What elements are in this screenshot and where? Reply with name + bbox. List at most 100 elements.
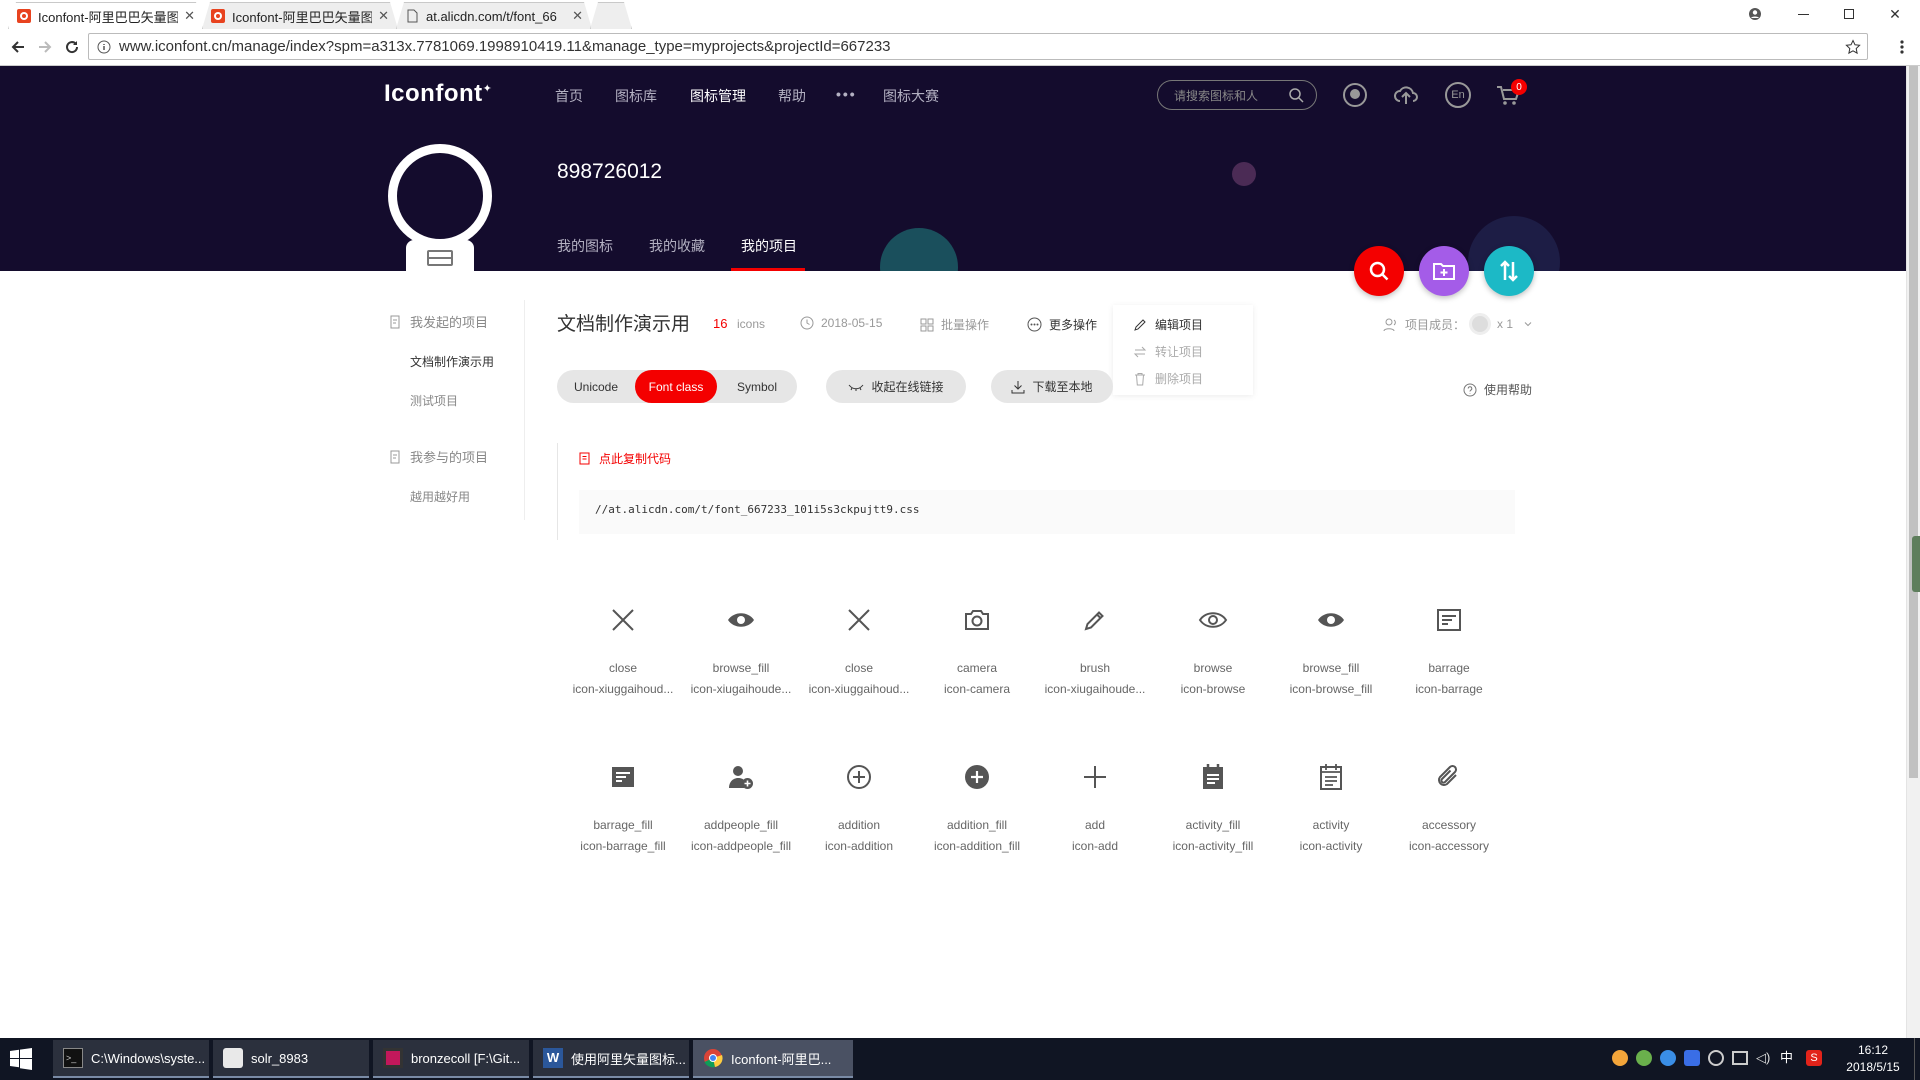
- taskbar-item-word[interactable]: W 使用阿里矢量图标...: [533, 1040, 689, 1078]
- url-field[interactable]: www.iconfont.cn/manage/index?spm=a313x.7…: [88, 33, 1868, 60]
- sidebar-item-project[interactable]: 文档制作演示用: [410, 353, 494, 370]
- nav-contest[interactable]: 图标大赛: [883, 86, 939, 106]
- icon-card[interactable]: activity_fill icon-activity_fill: [1154, 762, 1272, 853]
- github-icon[interactable]: [1342, 82, 1368, 108]
- shield-icon[interactable]: [1684, 1050, 1700, 1066]
- browser-tab[interactable]: Iconfont-阿里巴巴矢量图 ✕: [202, 2, 398, 29]
- side-widget-handle[interactable]: [1912, 536, 1920, 592]
- menu-delete-project[interactable]: 删除项目: [1133, 370, 1203, 387]
- icon-card[interactable]: close icon-xiuggaihoud...: [564, 605, 682, 696]
- icon-card[interactable]: barrage icon-barrage: [1390, 605, 1508, 696]
- menu-transfer-project[interactable]: 转让项目: [1133, 343, 1203, 360]
- member-avatar[interactable]: [1469, 313, 1492, 335]
- icon-card[interactable]: brush icon-xiugaihoude...: [1036, 605, 1154, 696]
- clock-time: 16:12: [1857, 1043, 1889, 1057]
- browse-icon: [1198, 612, 1228, 628]
- nav-help[interactable]: 帮助: [778, 86, 806, 106]
- tray-app-icon[interactable]: [1660, 1050, 1676, 1066]
- avatar[interactable]: [388, 144, 492, 248]
- browser-tab[interactable]: Iconfont-阿里巴巴矢量图 ✕: [8, 2, 204, 29]
- fab-new-project-button[interactable]: [1419, 246, 1469, 296]
- new-tab-button[interactable]: [590, 2, 632, 29]
- nav-home[interactable]: 首页: [555, 86, 583, 106]
- fab-sort-button[interactable]: [1484, 246, 1534, 296]
- menu-edit-project[interactable]: 编辑项目: [1133, 316, 1203, 333]
- start-button[interactable]: [10, 1048, 32, 1070]
- wechat-icon[interactable]: [1636, 1050, 1652, 1066]
- css-url-code[interactable]: //at.alicdn.com/t/font_667233_101i5s3ckp…: [579, 490, 1515, 534]
- icon-card[interactable]: addition_fill icon-addition_fill: [918, 762, 1036, 853]
- collapse-online-link-button[interactable]: 收起在线链接: [826, 370, 966, 403]
- language-icon[interactable]: En: [1445, 82, 1471, 108]
- tab-close-icon[interactable]: ✕: [572, 8, 583, 24]
- addpeople-fill-icon: [729, 766, 753, 789]
- accessory-icon: [1438, 764, 1458, 786]
- network-icon[interactable]: [1732, 1051, 1748, 1065]
- ime-indicator[interactable]: 中: [1780, 1050, 1798, 1066]
- nav-more[interactable]: •••: [836, 86, 857, 102]
- scrollbar-thumb[interactable]: [1909, 66, 1918, 778]
- icon-card[interactable]: close icon-xiuggaihoud...: [800, 605, 918, 696]
- sidebar-item-project[interactable]: 越用越好用: [410, 488, 470, 505]
- tab-close-icon[interactable]: ✕: [184, 8, 195, 24]
- icon-card[interactable]: accessory icon-accessory: [1390, 762, 1508, 853]
- upload-cloud-icon[interactable]: [1393, 82, 1419, 108]
- profile-icon[interactable]: [1732, 0, 1778, 28]
- sidebar-started-header: 我发起的项目: [388, 312, 488, 331]
- reload-icon[interactable]: [60, 35, 84, 59]
- batch-operation-button[interactable]: 批量操作: [920, 316, 989, 333]
- icon-card[interactable]: addition icon-addition: [800, 762, 918, 853]
- restore-icon[interactable]: [1826, 0, 1872, 28]
- sidebar-item-project[interactable]: 测试项目: [410, 392, 458, 409]
- icon-card[interactable]: browse_fill icon-browse_fill: [1272, 605, 1390, 696]
- search-icon[interactable]: [1288, 87, 1304, 103]
- tray-app-icon[interactable]: [1708, 1050, 1724, 1066]
- browser-menu-icon[interactable]: [1890, 35, 1914, 59]
- page-info-icon[interactable]: [97, 40, 111, 54]
- download-local-button[interactable]: 下载至本地: [991, 370, 1113, 403]
- tab-close-icon[interactable]: ✕: [378, 8, 389, 24]
- taskbar-item-solr[interactable]: solr_8983: [213, 1040, 369, 1078]
- page-scrollbar[interactable]: [1906, 66, 1920, 1038]
- icon-card[interactable]: activity icon-activity: [1272, 762, 1390, 853]
- back-icon[interactable]: [6, 35, 30, 59]
- taskbar-item-cmd[interactable]: >_ C:\Windows\syste...: [53, 1040, 209, 1078]
- bookmark-star-icon[interactable]: [1845, 38, 1861, 55]
- volume-icon[interactable]: ◁): [1756, 1050, 1772, 1066]
- icon-card[interactable]: browse_fill icon-xiugaihoude...: [682, 605, 800, 696]
- tab-unicode[interactable]: Unicode: [557, 370, 635, 403]
- taskbar-item-ide[interactable]: bronzecoll [F:\Git...: [373, 1040, 529, 1078]
- icon-class-name: icon-barrage: [1415, 682, 1483, 696]
- icon-card[interactable]: browse icon-browse: [1154, 605, 1272, 696]
- taskbar-item-chrome[interactable]: Iconfont-阿里巴...: [693, 1040, 853, 1078]
- taskbar-clock[interactable]: 16:12 2018/5/15: [1838, 1042, 1908, 1076]
- icon-card[interactable]: add icon-add: [1036, 762, 1154, 853]
- icon-class-name: icon-activity_fill: [1172, 839, 1254, 853]
- project-members[interactable]: 项目成员： x 1: [1383, 313, 1533, 335]
- site-logo[interactable]: Iconfont✦: [384, 80, 492, 108]
- nav-icon-manage[interactable]: 图标管理: [690, 86, 746, 106]
- tray-app-icon[interactable]: [1612, 1050, 1628, 1066]
- chevron-down-icon[interactable]: [1523, 319, 1533, 329]
- nav-icon-library[interactable]: 图标库: [615, 86, 657, 106]
- usage-help-link[interactable]: 使用帮助: [1463, 381, 1532, 398]
- minimize-icon[interactable]: [1780, 0, 1826, 28]
- forward-icon[interactable]: [33, 35, 57, 59]
- sogou-ime-icon[interactable]: S: [1806, 1050, 1822, 1066]
- icon-card[interactable]: camera icon-camera: [918, 605, 1036, 696]
- barrage-fill-icon: [612, 767, 634, 787]
- icon-card[interactable]: barrage_fill icon-barrage_fill: [564, 762, 682, 853]
- tab-symbol[interactable]: Symbol: [717, 370, 797, 403]
- more-operations-button[interactable]: 更多操作: [1027, 316, 1097, 333]
- copy-code-link[interactable]: 点此复制代码: [579, 450, 671, 467]
- icon-card[interactable]: addpeople_fill icon-addpeople_fill: [682, 762, 800, 853]
- browser-tab[interactable]: at.alicdn.com/t/font_66 ✕: [396, 2, 592, 29]
- tab-font-class[interactable]: Font class: [635, 370, 717, 403]
- show-desktop-button[interactable]: [1914, 1038, 1920, 1080]
- fab-search-button[interactable]: [1354, 246, 1404, 296]
- tab-my-icons[interactable]: 我的图标: [557, 236, 613, 256]
- header-search-input[interactable]: 请搜索图标和人: [1157, 80, 1317, 110]
- tab-my-projects[interactable]: 我的项目: [741, 236, 797, 256]
- tab-my-favorites[interactable]: 我的收藏: [649, 236, 705, 256]
- close-window-icon[interactable]: ✕: [1872, 0, 1918, 28]
